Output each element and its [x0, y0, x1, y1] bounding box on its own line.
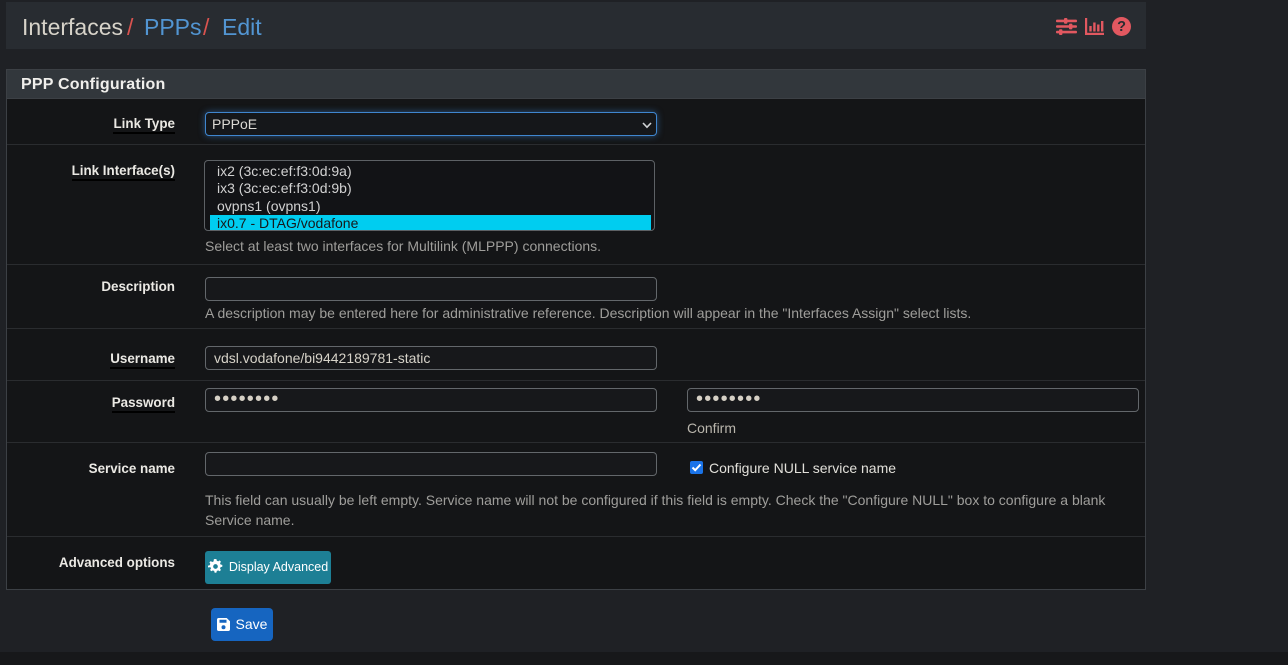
svg-text:?: ?	[1117, 19, 1126, 35]
